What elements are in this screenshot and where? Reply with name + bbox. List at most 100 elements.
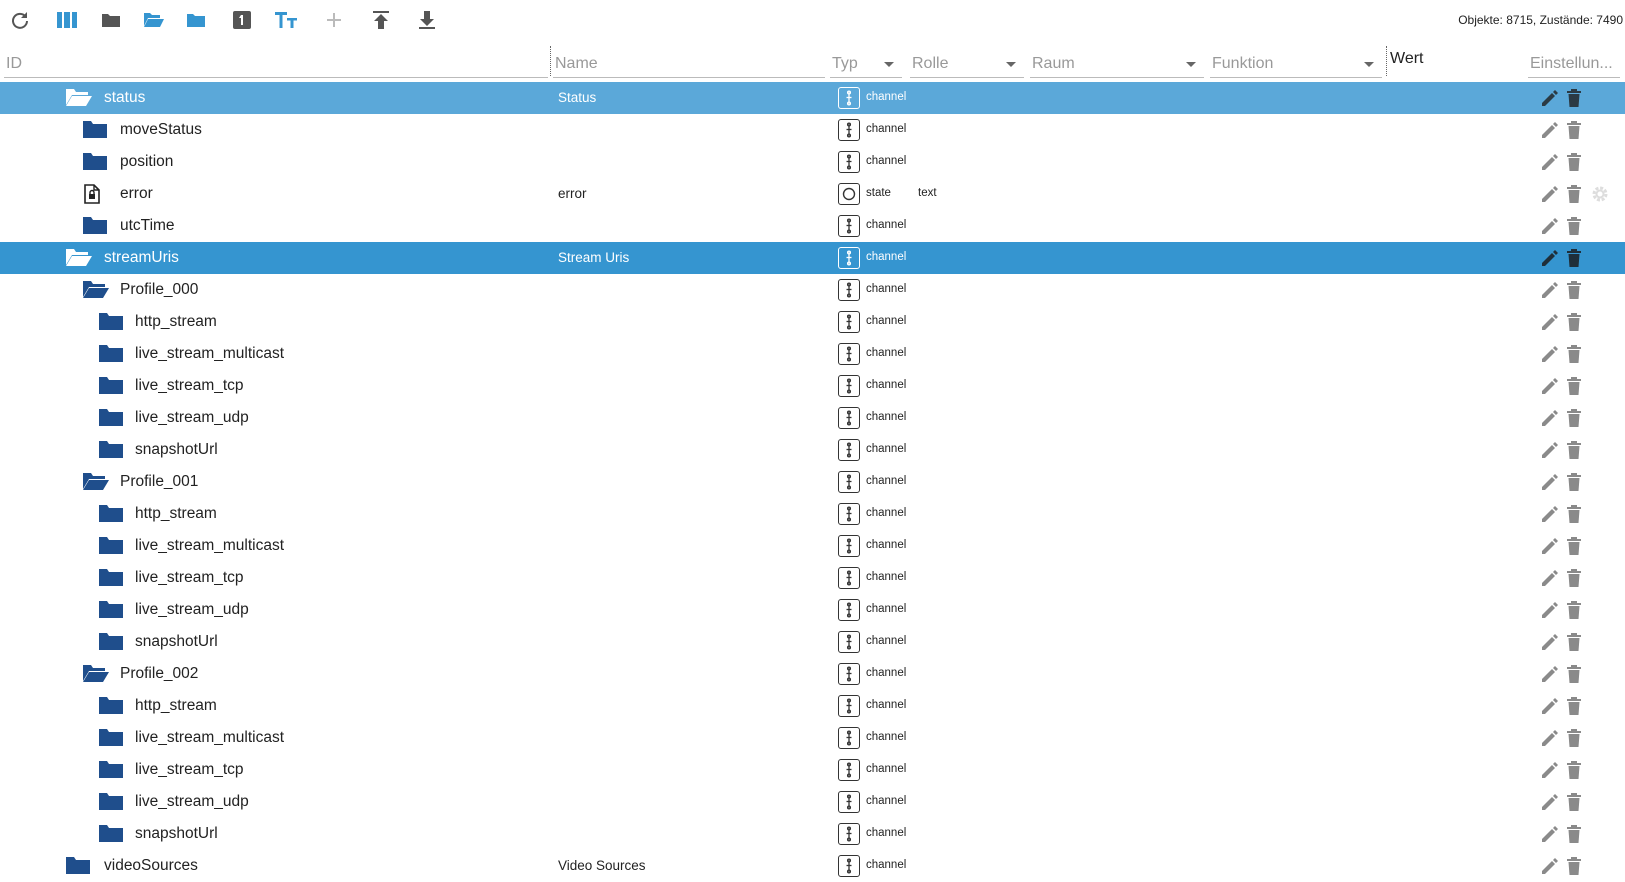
tree-row[interactable]: live_stream_multicast channel bbox=[0, 338, 1625, 370]
tree-row[interactable]: live_stream_multicast channel bbox=[0, 722, 1625, 754]
edit-icon[interactable] bbox=[1540, 504, 1560, 524]
tree-row[interactable]: streamUris Stream Uris channel bbox=[0, 242, 1625, 274]
tree-row[interactable]: Profile_002 channel bbox=[0, 658, 1625, 690]
edit-icon[interactable] bbox=[1540, 152, 1560, 172]
folder-open-icon[interactable] bbox=[83, 664, 109, 684]
tree-row[interactable]: http_stream channel bbox=[0, 690, 1625, 722]
folder-icon[interactable] bbox=[99, 632, 125, 652]
number-1-icon[interactable] bbox=[231, 9, 253, 31]
edit-icon[interactable] bbox=[1540, 792, 1560, 812]
tree-row[interactable]: snapshotUrl channel bbox=[0, 434, 1625, 466]
delete-icon[interactable] bbox=[1565, 280, 1583, 300]
delete-icon[interactable] bbox=[1565, 504, 1583, 524]
edit-icon[interactable] bbox=[1540, 472, 1560, 492]
delete-icon[interactable] bbox=[1565, 600, 1583, 620]
delete-icon[interactable] bbox=[1565, 216, 1583, 236]
column-resize-handle[interactable] bbox=[1386, 46, 1387, 76]
delete-icon[interactable] bbox=[1565, 472, 1583, 492]
folder-icon[interactable] bbox=[99, 344, 125, 364]
folder-icon[interactable] bbox=[99, 696, 125, 716]
edit-icon[interactable] bbox=[1540, 600, 1560, 620]
tree-row[interactable]: Profile_000 channel bbox=[0, 274, 1625, 306]
typ-filter-select[interactable]: Typ bbox=[830, 44, 902, 78]
folder-icon[interactable] bbox=[99, 408, 125, 428]
tree-row[interactable]: videoSources Video Sources channel bbox=[0, 850, 1625, 882]
folder-icon[interactable] bbox=[66, 856, 92, 876]
edit-icon[interactable] bbox=[1540, 88, 1560, 108]
folder-open-icon[interactable] bbox=[83, 472, 109, 492]
folder-icon[interactable] bbox=[99, 728, 125, 748]
folder-icon[interactable] bbox=[99, 536, 125, 556]
folder-icon[interactable] bbox=[99, 568, 125, 588]
edit-icon[interactable] bbox=[1540, 568, 1560, 588]
tree-row[interactable]: Profile_001 channel bbox=[0, 466, 1625, 498]
delete-icon[interactable] bbox=[1565, 536, 1583, 556]
name-filter-input[interactable] bbox=[553, 50, 825, 78]
edit-icon[interactable] bbox=[1540, 696, 1560, 716]
refresh-icon[interactable] bbox=[9, 9, 31, 31]
columns-icon[interactable] bbox=[56, 9, 78, 31]
tree-row[interactable]: live_stream_udp channel bbox=[0, 594, 1625, 626]
tree-row[interactable]: moveStatus channel bbox=[0, 114, 1625, 146]
delete-icon[interactable] bbox=[1565, 344, 1583, 364]
delete-icon[interactable] bbox=[1565, 760, 1583, 780]
edit-icon[interactable] bbox=[1540, 664, 1560, 684]
edit-icon[interactable] bbox=[1540, 632, 1560, 652]
tree-row[interactable]: http_stream channel bbox=[0, 498, 1625, 530]
delete-icon[interactable] bbox=[1565, 152, 1583, 172]
tree-row[interactable]: live_stream_tcp channel bbox=[0, 562, 1625, 594]
delete-icon[interactable] bbox=[1565, 664, 1583, 684]
folder-icon[interactable] bbox=[99, 440, 125, 460]
tree-row[interactable]: http_stream channel bbox=[0, 306, 1625, 338]
folder-icon[interactable] bbox=[99, 824, 125, 844]
folder-icon[interactable] bbox=[99, 760, 125, 780]
download-icon[interactable] bbox=[416, 9, 438, 31]
edit-icon[interactable] bbox=[1540, 536, 1560, 556]
rolle-filter-select[interactable]: Rolle bbox=[910, 44, 1024, 78]
edit-icon[interactable] bbox=[1540, 408, 1560, 428]
tree-row[interactable]: status Status channel bbox=[0, 82, 1625, 114]
folder-open-icon[interactable] bbox=[66, 248, 92, 268]
delete-icon[interactable] bbox=[1565, 632, 1583, 652]
edit-icon[interactable] bbox=[1540, 248, 1560, 268]
folder-icon[interactable] bbox=[83, 120, 109, 140]
edit-icon[interactable] bbox=[1540, 216, 1560, 236]
edit-icon[interactable] bbox=[1540, 856, 1560, 876]
tree-row[interactable]: live_stream_tcp channel bbox=[0, 754, 1625, 786]
folder-icon[interactable] bbox=[99, 376, 125, 396]
tree-row[interactable]: utcTime channel bbox=[0, 210, 1625, 242]
folder-icon[interactable] bbox=[185, 9, 207, 31]
delete-icon[interactable] bbox=[1565, 568, 1583, 588]
folder-icon[interactable] bbox=[100, 9, 122, 31]
upload-icon[interactable] bbox=[370, 9, 392, 31]
folder-icon[interactable] bbox=[99, 504, 125, 524]
delete-icon[interactable] bbox=[1565, 120, 1583, 140]
text-size-icon[interactable] bbox=[275, 9, 297, 31]
delete-icon[interactable] bbox=[1565, 88, 1583, 108]
id-filter-input[interactable] bbox=[4, 50, 548, 78]
file-lock-icon[interactable] bbox=[83, 184, 109, 204]
tree-row[interactable]: live_stream_udp channel bbox=[0, 786, 1625, 818]
delete-icon[interactable] bbox=[1565, 792, 1583, 812]
gear-icon[interactable] bbox=[1590, 184, 1610, 204]
edit-icon[interactable] bbox=[1540, 120, 1560, 140]
folder-open-icon[interactable] bbox=[143, 9, 165, 31]
edit-icon[interactable] bbox=[1540, 280, 1560, 300]
tree-row[interactable]: live_stream_udp channel bbox=[0, 402, 1625, 434]
delete-icon[interactable] bbox=[1565, 376, 1583, 396]
folder-icon[interactable] bbox=[99, 600, 125, 620]
tree-row[interactable]: error error state text bbox=[0, 178, 1625, 210]
folder-open-icon[interactable] bbox=[66, 88, 92, 108]
folder-icon[interactable] bbox=[99, 792, 125, 812]
folder-icon[interactable] bbox=[83, 216, 109, 236]
raum-filter-select[interactable]: Raum bbox=[1030, 44, 1204, 78]
delete-icon[interactable] bbox=[1565, 440, 1583, 460]
folder-icon[interactable] bbox=[99, 312, 125, 332]
delete-icon[interactable] bbox=[1565, 856, 1583, 876]
delete-icon[interactable] bbox=[1565, 248, 1583, 268]
delete-icon[interactable] bbox=[1565, 728, 1583, 748]
plus-icon[interactable] bbox=[323, 9, 345, 31]
tree-row[interactable]: live_stream_tcp channel bbox=[0, 370, 1625, 402]
edit-icon[interactable] bbox=[1540, 440, 1560, 460]
edit-icon[interactable] bbox=[1540, 312, 1560, 332]
